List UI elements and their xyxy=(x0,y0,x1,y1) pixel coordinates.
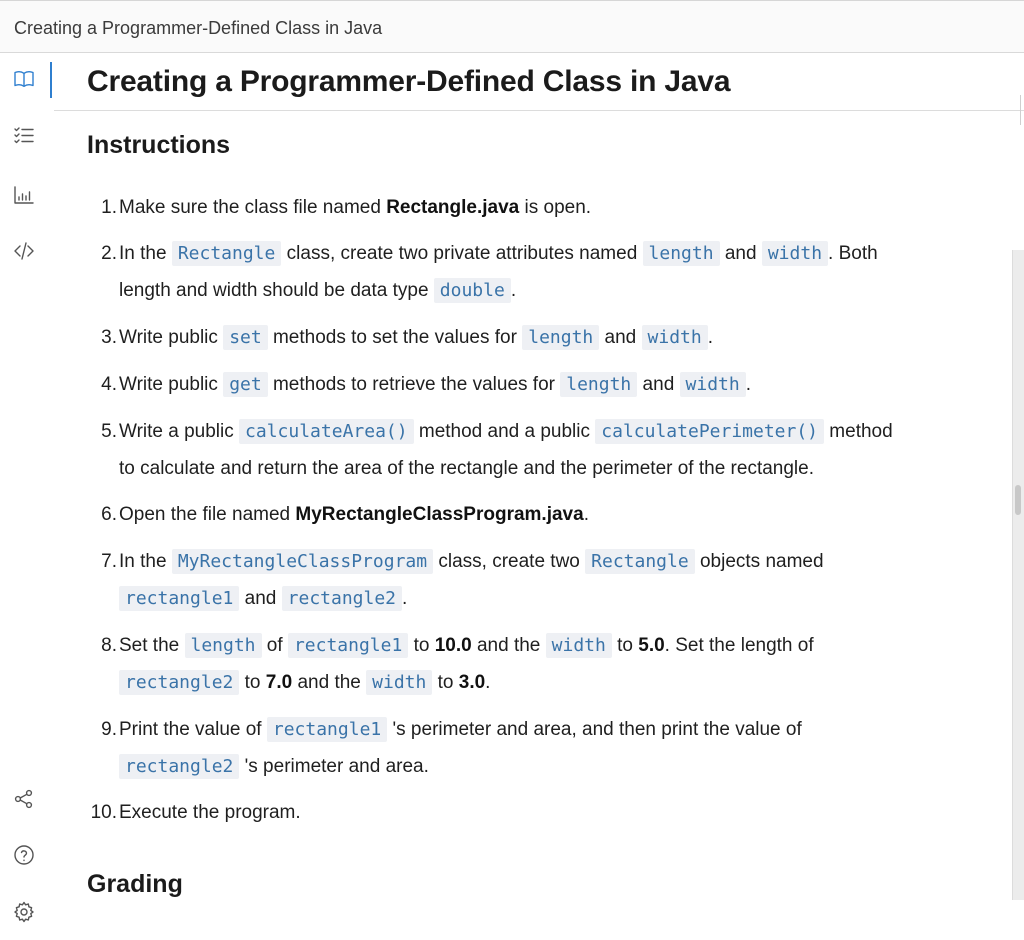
inline-code: width xyxy=(641,325,708,350)
inline-code: length xyxy=(184,633,262,658)
inline-code: length xyxy=(642,241,720,266)
page-title: Creating a Programmer-Defined Class in J… xyxy=(87,65,731,98)
inline-code: length xyxy=(560,372,638,397)
inline-code: width xyxy=(679,372,746,397)
inline-code: MyRectangleClassProgram xyxy=(171,549,434,574)
inline-code: calculateArea() xyxy=(239,419,414,444)
inline-code: rectangle1 xyxy=(287,633,409,658)
active-tab-indicator xyxy=(50,62,52,98)
file-name: MyRectangleClassProgram.java xyxy=(295,504,584,525)
instructions-heading: Instructions xyxy=(87,131,231,159)
inline-code: length xyxy=(522,325,600,350)
inline-code: rectangle2 xyxy=(119,754,240,779)
inline-code: width xyxy=(366,670,433,695)
inline-code: rectangle1 xyxy=(266,717,388,742)
share-icon[interactable] xyxy=(10,785,38,813)
sidebar xyxy=(0,53,48,940)
inline-code: rectangle2 xyxy=(281,586,403,611)
grading-heading: Grading xyxy=(87,870,183,898)
inline-code: Rectangle xyxy=(171,241,282,266)
book-icon[interactable] xyxy=(10,65,38,93)
settings-icon[interactable] xyxy=(10,898,38,926)
inline-code: width xyxy=(761,241,829,266)
inline-code: width xyxy=(545,633,612,658)
inline-code: rectangle1 xyxy=(119,586,240,611)
inline-code: rectangle2 xyxy=(119,670,240,695)
value: 5.0 xyxy=(638,635,665,656)
inline-code: get xyxy=(223,372,268,397)
scrollbar[interactable] xyxy=(1012,250,1024,900)
scroll-thumb[interactable] xyxy=(1015,485,1021,515)
value: 3.0 xyxy=(458,672,486,693)
code-icon[interactable] xyxy=(10,237,38,265)
bar-chart-icon[interactable] xyxy=(10,181,38,209)
checklist-icon[interactable] xyxy=(10,122,38,150)
page-header: Creating a Programmer-Defined Class in J… xyxy=(54,53,1024,111)
inline-code: double xyxy=(433,278,511,303)
value: 7.0 xyxy=(265,672,293,693)
inline-code: set xyxy=(223,325,268,350)
file-name: Rectangle.java xyxy=(386,197,520,218)
help-icon[interactable] xyxy=(10,841,38,869)
instructions-panel: Instructions 1. Make sure the class file… xyxy=(87,131,893,898)
window-title-bar: Creating a Programmer-Defined Class in J… xyxy=(0,0,1024,53)
inline-code: Rectangle xyxy=(585,549,695,574)
panel-edge xyxy=(1020,95,1024,125)
value: 10.0 xyxy=(434,635,472,656)
window-title: Creating a Programmer-Defined Class in J… xyxy=(14,18,383,38)
inline-code: calculatePerimeter() xyxy=(595,419,825,444)
